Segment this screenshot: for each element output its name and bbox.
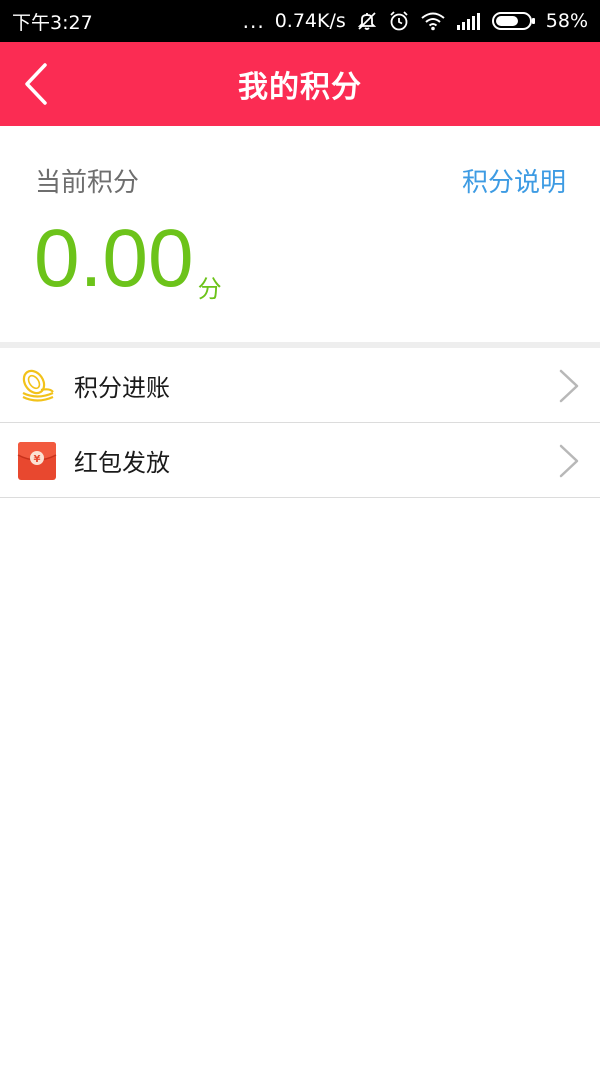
chevron-right-icon	[559, 369, 579, 403]
coins-icon	[22, 369, 54, 402]
back-arrow-icon	[25, 63, 47, 105]
status-time: 下午3:27	[12, 11, 93, 34]
back-button[interactable]	[0, 42, 72, 126]
menu-item-red-envelope[interactable]: ¥ 红包发放	[0, 423, 600, 498]
current-points-label: 当前积分	[35, 168, 140, 198]
menu-item-label: 积分进账	[74, 373, 170, 402]
more-notifications-icon: ...	[242, 9, 265, 33]
wifi-icon	[420, 11, 446, 31]
points-unit: 分	[197, 275, 222, 303]
battery-icon	[491, 11, 536, 31]
svg-text:¥: ¥	[34, 454, 41, 465]
points-explanation-link[interactable]: 积分说明	[462, 162, 566, 199]
status-bar: 下午3:27 ... 0.74K/s 58%	[0, 0, 600, 42]
app-header: 我的积分	[0, 42, 600, 126]
page-title: 我的积分	[238, 70, 362, 105]
battery-percent: 58%	[545, 10, 588, 32]
signal-icon	[456, 12, 482, 30]
menu-item-points-income[interactable]: 积分进账	[0, 348, 600, 423]
menu-list: 积分进账 ¥ 红包发放	[0, 348, 600, 498]
network-speed: 0.74K/s	[274, 10, 346, 32]
points-value: 0.00	[34, 213, 194, 304]
red-envelope-icon: ¥	[17, 442, 57, 480]
mute-icon	[356, 10, 378, 32]
points-value-group: 0.00 分	[34, 214, 222, 304]
alarm-icon	[388, 10, 410, 32]
points-card: 当前积分 积分说明 0.00 分	[0, 126, 600, 342]
menu-item-label: 红包发放	[74, 448, 170, 477]
chevron-right-icon	[559, 444, 579, 478]
status-icons: ... 0.74K/s 58%	[243, 9, 588, 33]
